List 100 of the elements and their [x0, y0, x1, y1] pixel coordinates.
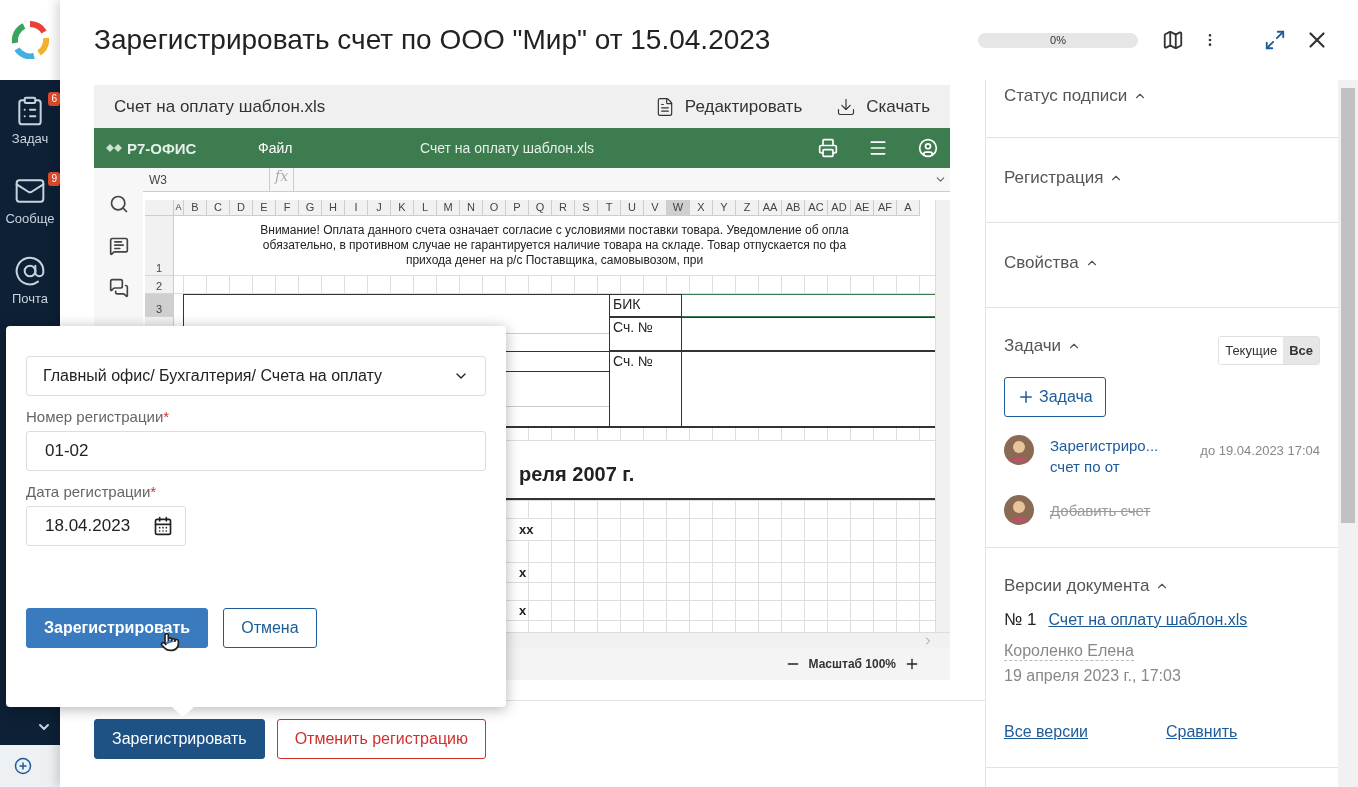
- notice-text: прихода денег на р/с Поставщика, самовывозом, при: [404, 253, 705, 268]
- column-header[interactable]: F: [276, 200, 299, 216]
- zoom-in-icon[interactable]: [904, 656, 920, 672]
- file-name: Счет на оплату шаблон.xls: [114, 96, 327, 117]
- document-title: Счет на оплату шаблон.xls: [420, 140, 595, 156]
- nav-label[interactable]: Сообще: [5, 210, 55, 226]
- row-header[interactable]: 2: [145, 276, 174, 294]
- folder-dropdown[interactable]: Главный офис/ Бухгалтерия/ Счета на оплату: [26, 356, 486, 396]
- column-header[interactable]: A: [897, 200, 920, 216]
- column-header[interactable]: S: [575, 200, 598, 216]
- column-header[interactable]: X: [690, 200, 713, 216]
- filter-tab[interactable]: Все: [1283, 337, 1319, 364]
- plus-icon: [1017, 388, 1035, 406]
- column-header[interactable]: B: [184, 200, 207, 216]
- user-icon[interactable]: [918, 138, 938, 158]
- column-header[interactable]: AA: [759, 200, 782, 216]
- formula-label: fx: [270, 168, 294, 191]
- column-header[interactable]: J: [368, 200, 391, 216]
- sheet-heading: реля 2007 г.: [518, 463, 636, 486]
- field-label: Номер регистрации*: [26, 408, 170, 425]
- editor-logo: Р7-ОФИС: [106, 139, 246, 157]
- section-header[interactable]: Статус подписи: [1004, 86, 1148, 106]
- column-header[interactable]: L: [414, 200, 437, 216]
- search-icon[interactable]: [108, 194, 129, 214]
- column-header[interactable]: H: [322, 200, 345, 216]
- menu-icon[interactable]: [868, 138, 888, 158]
- chat-icon[interactable]: [108, 278, 129, 298]
- column-header[interactable]: C: [207, 200, 230, 216]
- edit-button[interactable]: Редактировать: [654, 96, 803, 117]
- count-badge: 9: [48, 172, 60, 186]
- column-header[interactable]: E: [253, 200, 276, 216]
- column-header[interactable]: Q: [529, 200, 552, 216]
- download-icon: [836, 96, 857, 117]
- zoom-level: Масштаб 100%: [808, 657, 896, 671]
- logo-icon: [11, 21, 49, 59]
- progress-reading: 0%: [1049, 32, 1067, 48]
- column-header[interactable]: M: [437, 200, 460, 216]
- section-header[interactable]: Свойства: [1004, 253, 1099, 273]
- field-label: Дата регистрации*: [26, 483, 157, 500]
- column-header[interactable]: N: [460, 200, 483, 216]
- download-button[interactable]: Скачать: [836, 96, 930, 117]
- row-header[interactable]: 1: [145, 216, 174, 276]
- scrollbar[interactable]: [1338, 80, 1358, 787]
- calendar-icon[interactable]: [153, 516, 173, 536]
- task-link[interactable]: Зарегистриро...: [1050, 435, 1180, 456]
- window-title: Зарегистрировать счет по ООО "Мир" от 15.04.2023: [94, 24, 772, 56]
- column-header[interactable]: AC: [805, 200, 828, 216]
- column-header[interactable]: Z: [736, 200, 759, 216]
- cell-text: хх: [519, 519, 534, 540]
- cancel-registration-button[interactable]: Отменить регистрацию: [276, 719, 486, 759]
- register-button[interactable]: Зарегистрировать: [94, 719, 265, 759]
- column-header[interactable]: D: [230, 200, 253, 216]
- register-button[interactable]: Зарегистрировать: [26, 608, 209, 648]
- avatar-icon: [1004, 495, 1034, 525]
- input-field[interactable]: 01-02: [26, 431, 486, 471]
- date-field[interactable]: 18.04.2023: [26, 506, 186, 546]
- task-link[interactable]: счет по от: [1050, 456, 1180, 477]
- at-sign-icon: [14, 254, 46, 287]
- versions-link[interactable]: Все версии: [1004, 723, 1088, 741]
- nav-label[interactable]: Задач: [11, 130, 49, 146]
- file-link[interactable]: Счет на оплату шаблон.xls: [1048, 611, 1248, 629]
- count-badge: 6: [48, 92, 60, 106]
- add-icon[interactable]: [14, 757, 32, 775]
- column-header[interactable]: Y: [713, 200, 736, 216]
- print-icon[interactable]: [818, 138, 838, 158]
- add-task-button[interactable]: Задача: [1004, 377, 1106, 417]
- notice-text: обязательно, в противном случае не гарантируется наличие товара на складе. Товар отпускается по фа: [261, 238, 848, 253]
- notice-text: Внимание! Оплата данного счета означает согласие с условиями поставки товара. Уведомление об опла: [259, 223, 850, 238]
- version-number: № 1: [1004, 610, 1037, 630]
- column-header[interactable]: U: [621, 200, 644, 216]
- column-header[interactable]: R: [552, 200, 575, 216]
- column-header[interactable]: O: [483, 200, 506, 216]
- column-header[interactable]: AB: [782, 200, 805, 216]
- due-date: до 19.04.2023 17:04: [1200, 442, 1320, 458]
- nav-label[interactable]: Почта: [11, 290, 49, 306]
- column-header[interactable]: AF: [874, 200, 897, 216]
- column-header[interactable]: K: [391, 200, 414, 216]
- file-menu[interactable]: Файл: [258, 140, 408, 156]
- table-cell: Сч. №: [610, 317, 682, 351]
- scrollbar[interactable]: [935, 200, 950, 632]
- versions-link[interactable]: Сравнить: [1166, 723, 1238, 741]
- version-date: 19 апреля 2023 г., 17:03: [1004, 667, 1182, 685]
- column-header[interactable]: V: [644, 200, 667, 216]
- cell-reference[interactable]: W3: [143, 168, 270, 191]
- comment-icon[interactable]: [108, 236, 129, 256]
- section-header[interactable]: Версии документа: [1004, 576, 1170, 596]
- column-header[interactable]: I: [345, 200, 368, 216]
- section-header[interactable]: Задачи: [1004, 336, 1082, 356]
- avatar-icon: [1004, 435, 1034, 465]
- section-header[interactable]: Регистрация: [1004, 168, 1124, 188]
- column-header[interactable]: W: [667, 200, 690, 216]
- author-name[interactable]: Короленко Елена: [1004, 642, 1134, 661]
- row-header[interactable]: 3: [145, 294, 174, 317]
- column-header[interactable]: T: [598, 200, 621, 216]
- table-cell: БИК: [610, 294, 682, 317]
- column-header[interactable]: AD: [828, 200, 851, 216]
- cancel-button[interactable]: Отмена: [223, 608, 317, 648]
- column-header[interactable]: AE: [851, 200, 874, 216]
- column-header[interactable]: P: [506, 200, 529, 216]
- column-header[interactable]: G: [299, 200, 322, 216]
